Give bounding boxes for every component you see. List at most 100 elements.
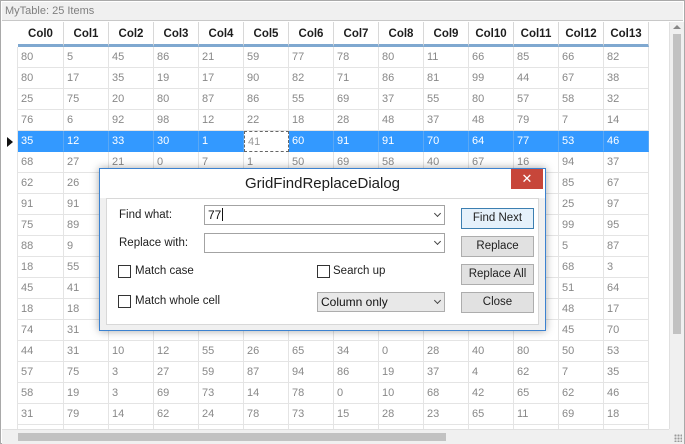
column-header[interactable]: Col9 [424, 22, 469, 47]
table-cell[interactable]: 87 [199, 89, 244, 110]
table-cell[interactable]: 53 [559, 131, 604, 152]
table-cell[interactable]: 60 [289, 131, 334, 152]
table-cell[interactable]: 12 [154, 341, 199, 362]
column-header[interactable]: Col10 [469, 22, 514, 47]
table-cell[interactable]: 35 [109, 68, 154, 89]
column-header[interactable]: Col8 [379, 22, 424, 47]
table-cell[interactable]: 28 [334, 110, 379, 131]
table-cell[interactable]: 79 [64, 404, 109, 425]
table-cell[interactable]: 17 [199, 68, 244, 89]
table-cell[interactable]: 82 [604, 47, 649, 68]
table-cell[interactable]: 18 [18, 299, 64, 320]
table-cell[interactable]: 80 [18, 68, 64, 89]
table-row[interactable]: 25 75 20 80 87 86 55 69 37 55 80 57 58 32 [2, 89, 669, 110]
table-cell[interactable]: 12 [199, 110, 244, 131]
table-cell[interactable]: 5 [559, 236, 604, 257]
match-case-checkbox[interactable] [118, 265, 131, 278]
table-cell[interactable]: 68 [18, 152, 64, 173]
table-cell[interactable]: 6 [64, 110, 109, 131]
table-cell[interactable]: 46 [604, 131, 649, 152]
column-header[interactable]: Col7 [334, 22, 379, 47]
table-cell[interactable]: 31 [64, 341, 109, 362]
table-cell[interactable]: 59 [199, 362, 244, 383]
column-header[interactable]: Col6 [289, 22, 334, 47]
table-cell[interactable]: 65 [469, 404, 514, 425]
column-header[interactable]: Col0 [18, 22, 64, 47]
table-cell[interactable]: 24 [199, 404, 244, 425]
table-cell[interactable]: 28 [424, 341, 469, 362]
table-cell[interactable]: 73 [199, 383, 244, 404]
table-cell[interactable]: 59 [244, 47, 289, 68]
table-cell[interactable]: 74 [18, 320, 64, 341]
table-cell[interactable]: 98 [154, 110, 199, 131]
table-cell[interactable]: 40 [469, 341, 514, 362]
column-header[interactable]: Col11 [514, 22, 559, 47]
dialog-titlebar[interactable]: GridFindReplaceDialog ✕ [100, 169, 545, 198]
table-cell[interactable]: 11 [424, 47, 469, 68]
table-cell[interactable]: 37 [379, 89, 424, 110]
table-cell[interactable]: 55 [289, 89, 334, 110]
table-cell[interactable]: 19 [379, 362, 424, 383]
table-cell[interactable]: 25 [18, 89, 64, 110]
table-cell[interactable]: 19 [154, 68, 199, 89]
horizontal-scrollbar[interactable] [2, 429, 669, 444]
table-cell[interactable]: 7 [559, 362, 604, 383]
table-row[interactable]: 80 5 45 86 21 59 77 78 80 11 66 85 66 82 [2, 47, 669, 68]
table-cell[interactable]: 68 [559, 257, 604, 278]
table-cell[interactable]: 87 [604, 236, 649, 257]
table-cell[interactable]: 10 [109, 341, 154, 362]
table-cell[interactable]: 64 [604, 278, 649, 299]
table-cell[interactable]: 78 [334, 47, 379, 68]
table-cell[interactable]: 7 [559, 110, 604, 131]
table-cell[interactable]: 91 [379, 131, 424, 152]
table-cell[interactable]: 48 [559, 299, 604, 320]
table-cell[interactable]: 0 [379, 341, 424, 362]
table-cell[interactable]: 20 [109, 89, 154, 110]
table-cell[interactable]: 18 [604, 404, 649, 425]
column-header[interactable]: Col5 [244, 22, 289, 47]
scroll-up-icon[interactable] [673, 25, 681, 29]
table-cell[interactable]: 95 [604, 215, 649, 236]
table-cell[interactable]: 15 [334, 404, 379, 425]
table-cell[interactable]: 66 [559, 47, 604, 68]
vertical-scroll-thumb[interactable] [673, 34, 681, 334]
table-cell[interactable]: 71 [334, 68, 379, 89]
table-cell[interactable]: 87 [244, 362, 289, 383]
table-cell[interactable]: 35 [604, 362, 649, 383]
table-cell[interactable]: 79 [514, 110, 559, 131]
horizontal-scroll-thumb[interactable] [18, 433, 446, 441]
table-cell[interactable]: 85 [559, 173, 604, 194]
table-cell[interactable]: 86 [379, 68, 424, 89]
table-cell[interactable]: 45 [18, 278, 64, 299]
replace-button[interactable]: Replace [461, 236, 534, 257]
table-cell[interactable]: 51 [559, 278, 604, 299]
table-cell[interactable]: 27 [154, 362, 199, 383]
table-cell[interactable]: 31 [18, 404, 64, 425]
table-cell[interactable]: 92 [109, 110, 154, 131]
table-cell[interactable]: 14 [244, 383, 289, 404]
table-cell[interactable]: 3 [109, 362, 154, 383]
table-cell[interactable]: 55 [424, 89, 469, 110]
table-cell[interactable]: 3 [109, 383, 154, 404]
table-cell[interactable]: 45 [559, 320, 604, 341]
find-what-combo[interactable]: 77 [204, 205, 445, 225]
table-cell[interactable]: 81 [424, 68, 469, 89]
table-cell[interactable]: 5 [64, 47, 109, 68]
table-cell[interactable]: 3 [604, 257, 649, 278]
table-cell[interactable]: 65 [514, 383, 559, 404]
table-cell[interactable]: 80 [379, 47, 424, 68]
table-cell[interactable]: 77 [514, 131, 559, 152]
match-case-label[interactable]: Match case [135, 265, 194, 277]
table-cell[interactable]: 33 [109, 131, 154, 152]
table-cell[interactable]: 76 [18, 110, 64, 131]
table-cell[interactable]: 73 [289, 404, 334, 425]
table-cell[interactable]: 70 [424, 131, 469, 152]
table-cell[interactable]: 1 [199, 131, 244, 152]
table-cell[interactable]: 91 [334, 131, 379, 152]
table-cell[interactable]: 18 [18, 257, 64, 278]
table-row[interactable]: 35 12 33 30 1 41 60 91 91 70 64 77 53 46 [2, 131, 669, 152]
table-row[interactable]: 44 31 10 12 55 26 65 34 0 28 40 80 50 53 [2, 341, 669, 362]
table-cell[interactable]: 26 [244, 341, 289, 362]
chevron-down-icon[interactable] [433, 237, 442, 246]
table-row[interactable]: 58 19 3 69 73 14 78 0 10 68 42 65 62 46 [2, 383, 669, 404]
